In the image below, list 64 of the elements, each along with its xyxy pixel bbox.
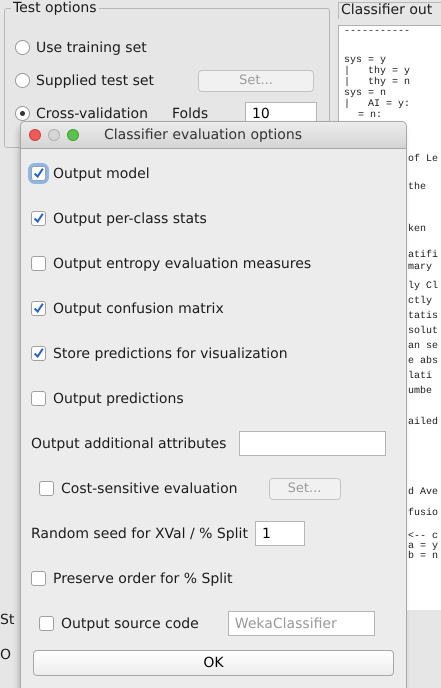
checkbox[interactable] (31, 256, 46, 271)
radio-label[interactable]: Use training set (36, 40, 147, 56)
checkbox-label[interactable]: Store predictions for visualization (53, 346, 288, 362)
output-line: = n: (357, 110, 384, 121)
group-title: Classifier out (338, 2, 441, 19)
checkbox-label[interactable]: Output entropy evaluation measures (53, 256, 312, 272)
checkbox[interactable] (39, 616, 54, 631)
output-line: | thy = n (344, 77, 412, 88)
checkbox[interactable] (31, 166, 46, 181)
output-line: lati (408, 370, 434, 384)
output-line: d Ave (408, 487, 440, 499)
radio-label[interactable]: Supplied test set (36, 72, 154, 88)
output-line: fusio (408, 508, 440, 520)
output-line: sys = y (344, 55, 388, 66)
output-line: sys = n (344, 88, 388, 99)
radio-button[interactable] (15, 106, 30, 121)
checkbox[interactable] (39, 481, 54, 496)
input-field[interactable]: 1 (254, 521, 305, 546)
folds-label: Folds (172, 106, 208, 122)
output-line: | AI = y: (344, 99, 412, 110)
output-line: mary (408, 262, 434, 274)
status-text: O (0, 647, 12, 663)
output-line: the (408, 182, 428, 194)
checkbox-label[interactable]: Preserve order for % Split (53, 570, 233, 586)
radio-label[interactable]: Cross-validation (36, 106, 148, 122)
field-label: Output additional attributes (31, 436, 226, 452)
output-line: an se (408, 340, 440, 354)
checkbox-label[interactable]: Output per-class stats (53, 210, 207, 226)
radio-button[interactable] (15, 73, 30, 88)
output-line: ctly (408, 294, 434, 309)
group-title: Test options (11, 0, 99, 16)
output-line: <-- c (408, 532, 440, 542)
output-line: ----------- (344, 26, 412, 37)
output-line: atifi (408, 250, 440, 262)
output-line: a = y (408, 542, 440, 552)
checkbox[interactable] (31, 346, 46, 361)
checkbox-label[interactable]: Output predictions (53, 390, 184, 406)
output-line: | thy = y (344, 66, 412, 77)
checkbox[interactable] (31, 301, 46, 316)
checkbox-label[interactable]: Output source code (61, 616, 199, 632)
radio-button[interactable] (15, 40, 30, 55)
close-icon[interactable] (29, 129, 41, 141)
output-line: of Le (408, 154, 440, 166)
checkbox[interactable] (31, 571, 46, 586)
input-field[interactable] (239, 431, 386, 456)
output-line: solut (408, 324, 440, 339)
checkbox-label[interactable]: Output model (53, 166, 150, 182)
field-label: Random seed for XVal / % Split (31, 526, 248, 542)
output-line: b = n (408, 552, 440, 562)
ok-button[interactable]: OK (33, 650, 394, 676)
checkbox[interactable] (31, 391, 46, 406)
output-line: e abs (408, 354, 440, 369)
checkbox-label[interactable]: Cost-sensitive evaluation (61, 480, 238, 496)
checkbox-label[interactable]: Output confusion matrix (53, 300, 224, 316)
output-line: tatis (408, 310, 440, 324)
output-line: ly Cl (408, 280, 440, 294)
window-title: Classifier evaluation options (104, 127, 302, 143)
checkbox[interactable] (31, 211, 46, 226)
minimize-icon[interactable] (48, 129, 60, 141)
output-line: ken (408, 224, 428, 236)
output-line: umbe (408, 384, 434, 399)
status-text: St (0, 612, 14, 628)
zoom-icon[interactable] (67, 129, 79, 141)
output-line: ailed (408, 417, 440, 429)
